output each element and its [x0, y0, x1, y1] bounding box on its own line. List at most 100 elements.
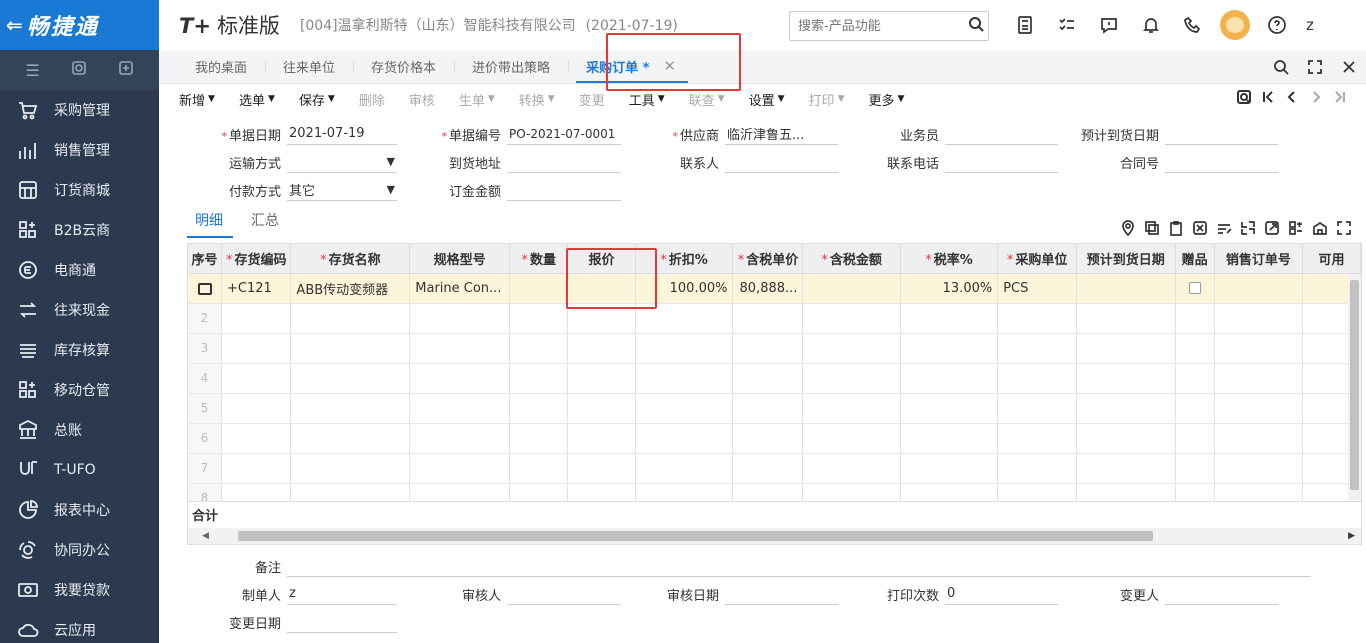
next-record-icon[interactable] [1304, 89, 1328, 105]
column-header[interactable]: 赠品 [1175, 244, 1215, 274]
grid-cell[interactable] [732, 393, 804, 424]
grid-cell[interactable] [732, 423, 804, 454]
table-row[interactable]: 4 [188, 363, 1361, 394]
grid-cell[interactable] [409, 363, 511, 394]
bell-icon[interactable] [1130, 13, 1172, 37]
grid-cell[interactable] [1076, 453, 1176, 484]
grid-cell[interactable] [509, 363, 569, 394]
sidebar-item-5[interactable]: 往来现金 [0, 290, 159, 330]
grid-cell[interactable] [997, 393, 1077, 424]
task-list-icon[interactable] [1046, 13, 1088, 37]
grid-cell[interactable] [802, 423, 901, 454]
grid-cell[interactable] [290, 453, 411, 484]
grid-cell[interactable] [409, 303, 511, 334]
grid-cell[interactable] [567, 453, 636, 484]
grid-cell[interactable] [900, 303, 999, 334]
column-header[interactable]: * 含税金额 [802, 244, 901, 274]
tab-3[interactable]: 进价带出策略 [454, 49, 568, 83]
grid-cell[interactable] [1175, 303, 1215, 334]
toolbar-button-10[interactable]: 设置 ▼ [749, 90, 785, 109]
grid-cell[interactable] [290, 303, 411, 334]
grid-cell[interactable] [221, 333, 292, 364]
delete-row-icon[interactable] [1188, 220, 1212, 236]
table-row[interactable]: 2 [188, 303, 1361, 334]
grid-cell[interactable] [635, 333, 734, 364]
grid-cell[interactable] [732, 333, 804, 364]
cell-code[interactable]: +C121 [221, 273, 292, 304]
tab-0[interactable]: 我的桌面 [177, 49, 265, 83]
toolbar-button-12[interactable]: 更多 ▼ [868, 90, 904, 109]
toolbar-button-9[interactable]: 联查 ▼ [689, 90, 725, 109]
grid-cell[interactable] [900, 333, 999, 364]
column-header[interactable]: * 存货编码 [221, 244, 292, 274]
table-row[interactable]: 7 [188, 453, 1361, 484]
grid-cell[interactable] [635, 363, 734, 394]
contact-value[interactable] [725, 151, 838, 173]
gift-checkbox[interactable] [1188, 282, 1201, 294]
close-tab-icon[interactable]: ✕ [663, 57, 676, 75]
contract-field[interactable]: 合同号 [1079, 148, 1278, 176]
grid-cell[interactable] [221, 363, 292, 394]
column-header[interactable]: * 含税单价 [732, 244, 804, 274]
close-window-icon[interactable] [1332, 59, 1366, 75]
grid-cell[interactable] [567, 393, 636, 424]
grid-cell[interactable] [997, 333, 1077, 364]
grid-cell[interactable] [509, 423, 569, 454]
grid-cell[interactable] [1214, 393, 1304, 424]
cell-price[interactable]: 80,888... [732, 273, 804, 304]
remark-value[interactable] [287, 555, 1311, 577]
grid-cell[interactable] [900, 393, 999, 424]
prev-record-icon[interactable] [1280, 89, 1304, 105]
grid-cell[interactable] [509, 303, 569, 334]
sidebar-item-6[interactable]: 库存核算 [0, 330, 159, 370]
column-header[interactable]: 销售订单号 [1214, 244, 1304, 274]
grid-cell[interactable] [1076, 363, 1176, 394]
toolbar-button-4[interactable]: 审核 [409, 90, 435, 109]
phone-icon[interactable] [1172, 13, 1214, 37]
deposit-value[interactable] [507, 179, 621, 201]
grid-cell[interactable] [409, 333, 511, 364]
edit-icon[interactable] [1212, 220, 1236, 236]
location-icon[interactable] [1116, 220, 1140, 236]
tab-2[interactable]: 存货价格本 [353, 49, 454, 83]
grid-cell[interactable] [732, 363, 804, 394]
expected-date-value[interactable] [1165, 123, 1278, 145]
cell-spec[interactable]: Marine Con... [409, 273, 511, 304]
deposit-field[interactable]: 订金金额 [437, 176, 621, 204]
brand-bar[interactable]: ⇐ 畅捷通 [0, 0, 159, 50]
tab-detail[interactable]: 明细 [187, 210, 233, 238]
remark-field[interactable]: 备注 [217, 552, 1311, 580]
table-row[interactable]: 3 [188, 333, 1361, 364]
sidebar-item-9[interactable]: T-UFO [0, 450, 159, 490]
sidebar-item-0[interactable]: 采购管理 [0, 90, 159, 130]
avatar[interactable] [1214, 10, 1256, 40]
grid-cell[interactable] [290, 393, 411, 424]
doc-date-field[interactable]: * 单据日期 2021-07-19 [217, 120, 397, 148]
grid-cell[interactable] [409, 393, 511, 424]
column-header[interactable]: * 数量 [509, 244, 569, 274]
toolbar-button-8[interactable]: 工具 ▼ [629, 90, 665, 109]
sidebar-item-3[interactable]: B2B云商 [0, 210, 159, 250]
search-menu-icon[interactable] [71, 60, 87, 80]
grid-cell[interactable] [409, 423, 511, 454]
toolbar-button-1[interactable]: 选单 ▼ [239, 90, 275, 109]
grid-cell[interactable] [900, 363, 999, 394]
sidebar-item-10[interactable]: 报表中心 [0, 490, 159, 530]
grid-cell[interactable] [509, 453, 569, 484]
cell-discount[interactable]: 100.00% [635, 273, 734, 304]
grid-cell[interactable] [802, 333, 901, 364]
grid-cell[interactable] [290, 363, 411, 394]
grid-cell[interactable] [802, 303, 901, 334]
tab-1[interactable]: 往来单位 [265, 49, 353, 83]
search-box[interactable] [789, 11, 989, 41]
grid-cell[interactable] [221, 423, 292, 454]
sidebar-item-4[interactable]: 电商通 [0, 250, 159, 290]
grid-cell[interactable] [802, 363, 901, 394]
payment-field[interactable]: 付款方式 其它 ▼ [217, 176, 397, 204]
export-icon[interactable] [1260, 220, 1284, 236]
cell-gift[interactable] [1175, 273, 1215, 304]
grid-cell[interactable] [1175, 423, 1215, 454]
grid-cell[interactable] [1076, 333, 1176, 364]
cell-amount[interactable] [802, 273, 901, 304]
column-header[interactable]: 报价 [567, 244, 636, 274]
